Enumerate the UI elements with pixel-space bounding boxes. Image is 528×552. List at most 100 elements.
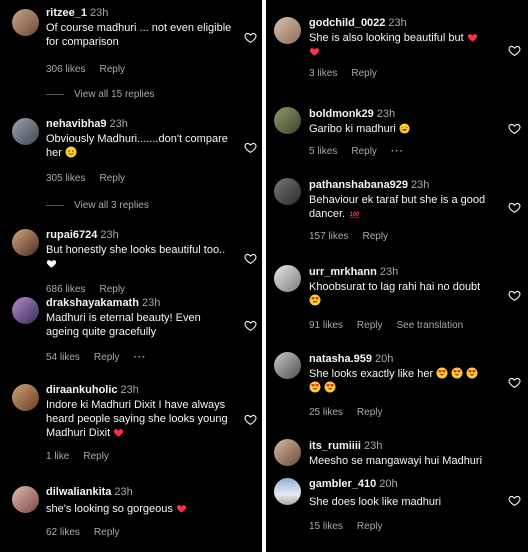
comment-username[interactable]: nehavibha9 — [46, 118, 107, 130]
likes-count[interactable]: 157 likes — [309, 231, 348, 242]
avatar[interactable] — [274, 17, 301, 44]
avatar[interactable] — [12, 384, 39, 411]
heart-outline-icon[interactable] — [244, 319, 257, 332]
reply-button[interactable]: Reply — [357, 320, 383, 331]
comment-username[interactable]: dilwaliankita — [46, 486, 111, 498]
red-heart-emoji-icon — [309, 46, 320, 57]
comment-text: Meesho se mangawayi hui Madhuri — [309, 455, 483, 467]
reply-button[interactable]: Reply — [357, 521, 383, 532]
more-options-icon[interactable]: ··· — [133, 352, 146, 363]
comment-username[interactable]: gambler_410 — [309, 478, 376, 490]
comment-username[interactable]: natasha.959 — [309, 353, 372, 365]
reply-button[interactable]: Reply — [99, 284, 125, 295]
comment-header: ritzee_1 23h — [46, 6, 236, 20]
comment-meta: 5 likes Reply ··· — [309, 145, 505, 158]
comment-meta: 306 likes Reply — [46, 63, 236, 76]
reply-button[interactable]: Reply — [351, 146, 377, 157]
heart-eyes-emoji-icon — [466, 367, 478, 379]
comment-meta: 305 likes Reply — [46, 172, 236, 185]
comment-text-content: Behaviour ek taraf but she is a good dan… — [309, 194, 486, 220]
comment-text: Garibo ki madhuri — [309, 122, 505, 136]
hundred-points-emoji-icon — [348, 208, 361, 219]
left-comments-column: ritzee_1 23h Of course madhuri ... not ev… — [0, 0, 262, 552]
reply-button[interactable]: Reply — [351, 68, 377, 79]
avatar[interactable] — [274, 352, 301, 379]
comment-meta: 54 likes Reply ··· — [46, 351, 236, 364]
comment-meta: 25 likes Reply — [309, 406, 505, 419]
reply-button[interactable]: Reply — [99, 173, 125, 184]
likes-count[interactable]: 5 likes — [309, 146, 337, 157]
reply-button[interactable]: Reply — [94, 527, 120, 538]
comment-text-content: she's looking so gorgeous — [46, 503, 173, 515]
comment-username[interactable]: drakshayakamath — [46, 297, 139, 309]
likes-count[interactable]: 686 likes — [46, 284, 85, 295]
heart-outline-icon[interactable] — [508, 44, 521, 57]
avatar[interactable] — [274, 265, 301, 292]
heart-outline-icon[interactable] — [508, 376, 521, 389]
comment-username[interactable]: rupai6724 — [46, 229, 97, 241]
replies-line — [46, 204, 64, 206]
avatar[interactable] — [12, 9, 39, 36]
comment-item: gambler_410 20h She does look like madhur… — [266, 474, 528, 552]
likes-count[interactable]: 1 like — [46, 451, 69, 462]
likes-count[interactable]: 91 likes — [309, 320, 343, 331]
avatar[interactable] — [12, 486, 39, 513]
laughing-emoji-icon — [399, 123, 410, 134]
reply-button[interactable]: Reply — [94, 352, 120, 363]
likes-count[interactable]: 15 likes — [309, 521, 343, 532]
comment-username[interactable]: godchild_0022 — [309, 17, 385, 29]
comment-username[interactable]: diraankuholic — [46, 384, 118, 396]
reply-button[interactable]: Reply — [362, 231, 388, 242]
likes-count[interactable]: 54 likes — [46, 352, 80, 363]
heart-outline-icon[interactable] — [508, 201, 521, 214]
comment-meta: 157 likes Reply — [309, 230, 505, 243]
avatar[interactable] — [12, 118, 39, 145]
heart-outline-icon[interactable] — [244, 413, 257, 426]
likes-count[interactable]: 62 likes — [46, 527, 80, 538]
comment-username[interactable]: ritzee_1 — [46, 7, 87, 19]
comment-username[interactable]: pathanshabana929 — [309, 179, 408, 191]
see-translation-link[interactable]: See translation — [396, 320, 463, 331]
heart-outline-icon[interactable] — [244, 31, 257, 44]
comment-text-content: Khoobsurat to lag rahi hai no doubt — [309, 281, 481, 293]
heart-outline-icon[interactable] — [244, 141, 257, 154]
comment-text-content: Indore ki Madhuri Dixit I have always he… — [46, 399, 228, 439]
avatar[interactable] — [12, 297, 39, 324]
avatar[interactable] — [274, 107, 301, 134]
likes-count[interactable]: 3 likes — [309, 68, 337, 79]
comment-text: But honestly she looks beautiful too.. — [46, 243, 236, 271]
reply-button[interactable]: Reply — [83, 451, 109, 462]
comment-username[interactable]: its_rumiiii — [309, 440, 361, 452]
comment-text: she's looking so gorgeous — [46, 502, 236, 516]
more-options-icon[interactable]: ··· — [391, 146, 404, 157]
comment-header: dilwaliankita 23h — [46, 485, 236, 499]
comment-time: 23h — [114, 486, 133, 498]
heart-outline-icon[interactable] — [508, 289, 521, 302]
heart-outline-icon[interactable] — [508, 494, 521, 507]
comment-time: 23h — [100, 229, 119, 241]
reply-button[interactable]: Reply — [357, 407, 383, 418]
heart-eyes-emoji-icon — [451, 367, 463, 379]
comment-text: Of course madhuri ... not even eligible … — [46, 22, 232, 48]
view-replies-button[interactable]: View all 3 replies — [46, 200, 149, 211]
likes-count[interactable]: 306 likes — [46, 64, 85, 75]
comment-header: boldmonk29 23h — [309, 107, 505, 121]
likes-count[interactable]: 305 likes — [46, 173, 85, 184]
avatar[interactable] — [274, 178, 301, 205]
heart-outline-icon[interactable] — [244, 252, 257, 265]
reply-button[interactable]: Reply — [99, 64, 125, 75]
comment-meta: 15 likes Reply — [309, 520, 505, 533]
comment-header: pathanshabana929 23h — [309, 178, 505, 192]
comment-header: gambler_410 20h — [309, 477, 505, 491]
comment-username[interactable]: urr_mrkhann — [309, 266, 377, 278]
view-replies-button[interactable]: View all 15 replies — [46, 89, 154, 100]
likes-count[interactable]: 25 likes — [309, 407, 343, 418]
avatar[interactable] — [274, 439, 301, 466]
view-replies-label: View all 15 replies — [74, 89, 155, 100]
avatar[interactable] — [12, 229, 39, 256]
comment-meta: 91 likes Reply See translation — [309, 319, 505, 332]
comment-username[interactable]: boldmonk29 — [309, 108, 374, 120]
avatar[interactable] — [274, 478, 301, 505]
heart-outline-icon[interactable] — [508, 122, 521, 135]
comment-meta: 62 likes Reply — [46, 526, 236, 539]
